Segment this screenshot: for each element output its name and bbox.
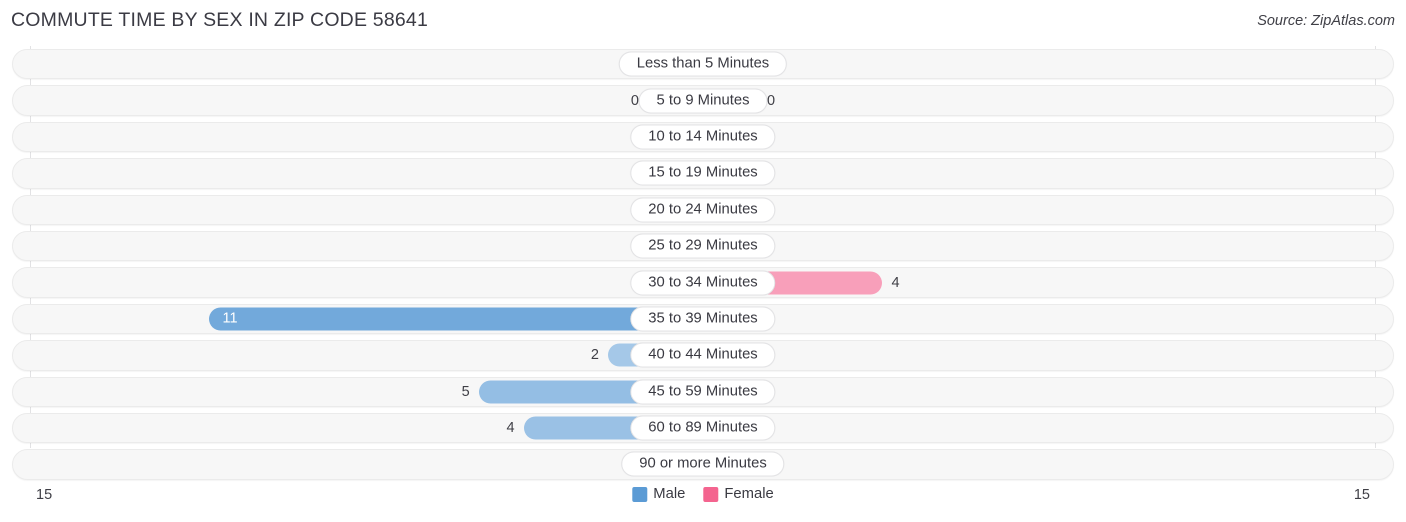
category-label: 25 to 29 Minutes: [630, 233, 776, 259]
axis-tick-right: 15: [1353, 487, 1370, 503]
category-label: 60 to 89 Minutes: [630, 415, 776, 441]
row-bars: 0010 to 14 Minutes: [0, 119, 1406, 155]
table-row: 0430 to 34 Minutes: [0, 264, 1406, 300]
category-label: 40 to 44 Minutes: [630, 342, 776, 368]
row-bars: 11035 to 39 Minutes: [0, 301, 1406, 337]
table-row: 5045 to 59 Minutes: [0, 374, 1406, 410]
value-label-female: 0: [767, 92, 776, 109]
legend-label-female: Female: [724, 486, 774, 502]
category-label: 15 to 19 Minutes: [630, 160, 776, 186]
category-label: 90 or more Minutes: [621, 451, 785, 477]
plot-area: 00Less than 5 Minutes005 to 9 Minutes001…: [0, 46, 1406, 486]
table-row: 0090 or more Minutes: [0, 446, 1406, 482]
row-bars: 005 to 9 Minutes: [0, 82, 1406, 118]
legend-label-male: Male: [653, 486, 686, 502]
value-label-male: 2: [590, 347, 599, 364]
row-bars: 0015 to 19 Minutes: [0, 155, 1406, 191]
value-label-male: 4: [506, 420, 515, 437]
legend-item-female[interactable]: Female: [703, 486, 774, 502]
table-row: 0010 to 14 Minutes: [0, 119, 1406, 155]
source-attribution: Source: ZipAtlas.com: [1257, 13, 1395, 29]
category-label: 10 to 14 Minutes: [630, 124, 776, 150]
category-label: 35 to 39 Minutes: [630, 306, 776, 332]
axis-tick-left: 15: [36, 487, 53, 503]
table-row: 4060 to 89 Minutes: [0, 410, 1406, 446]
table-row: 0015 to 19 Minutes: [0, 155, 1406, 191]
chart-page: COMMUTE TIME BY SEX IN ZIP CODE 58641 So…: [0, 0, 1406, 522]
chart-header: COMMUTE TIME BY SEX IN ZIP CODE 58641 So…: [0, 0, 1406, 42]
category-label: Less than 5 Minutes: [618, 51, 788, 77]
chart-footer: 15 15 Male Female: [0, 484, 1406, 522]
table-row: 0025 to 29 Minutes: [0, 228, 1406, 264]
table-row: 005 to 9 Minutes: [0, 82, 1406, 118]
row-bars: 0020 to 24 Minutes: [0, 192, 1406, 228]
category-label: 30 to 34 Minutes: [630, 270, 776, 296]
row-bars: 0025 to 29 Minutes: [0, 228, 1406, 264]
table-row: 00Less than 5 Minutes: [0, 46, 1406, 82]
table-row: 0020 to 24 Minutes: [0, 192, 1406, 228]
legend-swatch-female-icon: [703, 486, 719, 502]
row-bars: 4060 to 89 Minutes: [0, 410, 1406, 446]
category-label: 45 to 59 Minutes: [630, 379, 776, 405]
row-bars: 5045 to 59 Minutes: [0, 374, 1406, 410]
page-title: COMMUTE TIME BY SEX IN ZIP CODE 58641: [11, 9, 429, 31]
legend-item-male[interactable]: Male: [632, 486, 685, 502]
row-bars: 0090 or more Minutes: [0, 446, 1406, 482]
row-bars: 0430 to 34 Minutes: [0, 264, 1406, 300]
legend: Male Female: [632, 486, 774, 502]
table-row: 2040 to 44 Minutes: [0, 337, 1406, 373]
value-label-female: 4: [891, 274, 900, 291]
row-bars: 2040 to 44 Minutes: [0, 337, 1406, 373]
category-label: 20 to 24 Minutes: [630, 197, 776, 223]
bar-male[interactable]: 11: [209, 307, 703, 331]
table-row: 11035 to 39 Minutes: [0, 301, 1406, 337]
legend-swatch-male-icon: [632, 486, 648, 502]
bar-value-inside: 11: [222, 310, 238, 327]
category-label: 5 to 9 Minutes: [638, 88, 768, 114]
row-bars: 00Less than 5 Minutes: [0, 46, 1406, 82]
value-label-male: 5: [461, 383, 470, 400]
bar-rows: 00Less than 5 Minutes005 to 9 Minutes001…: [0, 46, 1406, 483]
